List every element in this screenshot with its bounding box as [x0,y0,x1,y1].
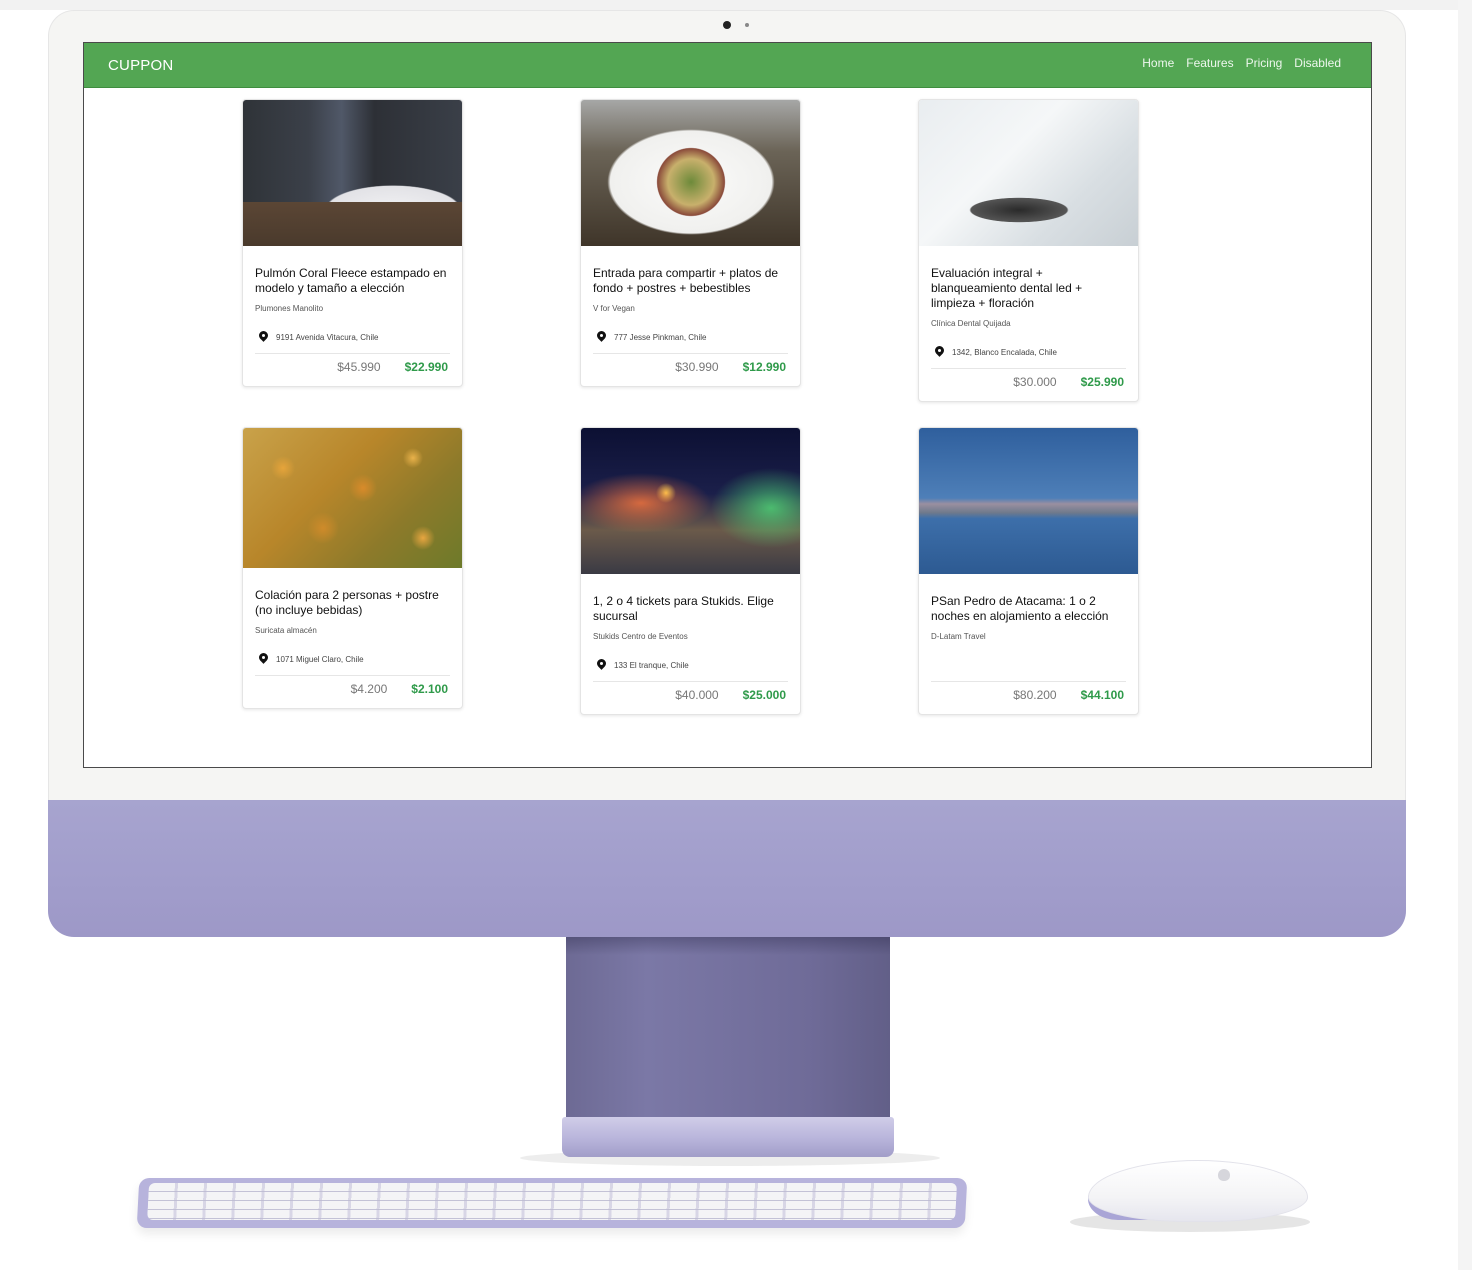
mouse [1088,1160,1308,1222]
stand-shadow [566,937,890,955]
price-row: $30.000 $25.990 [931,368,1126,401]
card-body: PSan Pedro de Atacama: 1 o 2 noches en a… [919,574,1138,714]
location-text: 1071 Miguel Claro, Chile [276,654,364,664]
price-row: $45.990 $22.990 [255,353,450,386]
deal-card[interactable]: PSan Pedro de Atacama: 1 o 2 noches en a… [918,427,1139,715]
discount-price: $25.000 [742,688,786,702]
discount-price: $25.990 [1080,375,1124,389]
location-text: 1342, Blanco Encalada, Chile [952,347,1057,357]
discount-price: $22.990 [404,360,448,374]
dental-chair-photo [919,100,1138,246]
location-pin-icon [597,331,606,343]
original-price: $30.000 [1013,375,1057,389]
original-price: $45.990 [337,360,381,374]
lake-photo [919,428,1138,574]
location-pin-icon [597,659,606,671]
navbar: CUPPON Home Features Pricing Disabled [84,43,1371,88]
discount-price: $12.990 [742,360,786,374]
location-row: 9191 Avenida Vitacura, Chile [259,331,450,343]
background-right-edge [1458,0,1472,1270]
card-body: Colación para 2 personas + postre (no in… [243,568,462,708]
location-row [935,659,1126,671]
deal-title: 1, 2 o 4 tickets para Stukids. Elige suc… [593,594,774,623]
fair-photo [581,428,800,574]
deal-title: Colación para 2 personas + postre (no in… [255,588,439,617]
card-body: 1, 2 o 4 tickets para Stukids. Elige suc… [581,574,800,714]
deal-card[interactable]: Evaluación integral + blanqueamiento den… [918,99,1139,402]
keyboard [136,1178,968,1228]
deal-title: Entrada para compartir + platos de fondo… [593,266,779,295]
background-top-edge [0,0,1472,10]
location-pin-icon [259,331,268,343]
merchant-name: V for Vegan [593,304,635,313]
discount-price: $2.100 [411,682,448,696]
keyboard-rows [147,1183,958,1220]
price-row: $80.200 $44.100 [931,681,1126,714]
deal-title: PSan Pedro de Atacama: 1 o 2 noches en a… [931,594,1109,623]
price-row: $40.000 $25.000 [593,681,788,714]
merchant-name: Stukids Centro de Eventos [593,632,688,641]
original-price: $40.000 [675,688,719,702]
merchant-name: Plumones Manolito [255,304,324,313]
merchant-name: Clínica Dental Quijada [931,319,1011,328]
nav-features[interactable]: Features [1186,56,1233,70]
price-row: $4.200 $2.100 [255,675,450,708]
deal-title: Evaluación integral + blanqueamiento den… [931,266,1083,310]
nav-links: Home Features Pricing Disabled [1142,56,1341,70]
merchant-name: D-Latam Travel [931,632,986,641]
bedroom-photo [243,100,462,246]
imac-stand-foot [562,1117,894,1157]
card-body: Entrada para compartir + platos de fondo… [581,246,800,386]
location-text: 777 Jesse Pinkman, Chile [614,332,707,342]
original-price: $30.990 [675,360,719,374]
location-text: 9191 Avenida Vitacura, Chile [276,332,379,342]
original-price: $80.200 [1013,688,1057,702]
nav-pricing[interactable]: Pricing [1246,56,1283,70]
deal-card[interactable]: Pulmón Coral Fleece estampado en modelo … [242,99,463,387]
nav-disabled[interactable]: Disabled [1294,56,1341,70]
location-text: 133 El tranque, Chile [614,660,689,670]
location-row: 1342, Blanco Encalada, Chile [935,346,1126,358]
imac-stand [566,937,890,1117]
imac-chin [48,800,1406,937]
food-photo [243,428,462,568]
location-row: 133 El tranque, Chile [597,659,788,671]
card-body: Pulmón Coral Fleece estampado en modelo … [243,246,462,386]
location-pin-icon [935,346,944,358]
sensor-icon [745,23,749,27]
deal-card[interactable]: 1, 2 o 4 tickets para Stukids. Elige suc… [580,427,801,715]
merchant-name: Suricata almacén [255,626,317,635]
original-price: $4.200 [350,682,388,696]
screen: CUPPON Home Features Pricing Disabled Pu… [83,42,1372,768]
nav-home[interactable]: Home [1142,56,1174,70]
deal-card[interactable]: Colación para 2 personas + postre (no in… [242,427,463,709]
salad-photo [581,100,800,246]
location-row: 1071 Miguel Claro, Chile [259,653,450,665]
price-row: $30.990 $12.990 [593,353,788,386]
card-body: Evaluación integral + blanqueamiento den… [919,246,1138,401]
location-pin-icon [259,653,268,665]
deal-title: Pulmón Coral Fleece estampado en modelo … [255,266,447,295]
brand-logo[interactable]: CUPPON [108,57,173,74]
camera-icon [723,21,731,29]
apple-logo-icon [1218,1169,1230,1181]
deal-card[interactable]: Entrada para compartir + platos de fondo… [580,99,801,387]
location-row: 777 Jesse Pinkman, Chile [597,331,788,343]
discount-price: $44.100 [1080,688,1124,702]
